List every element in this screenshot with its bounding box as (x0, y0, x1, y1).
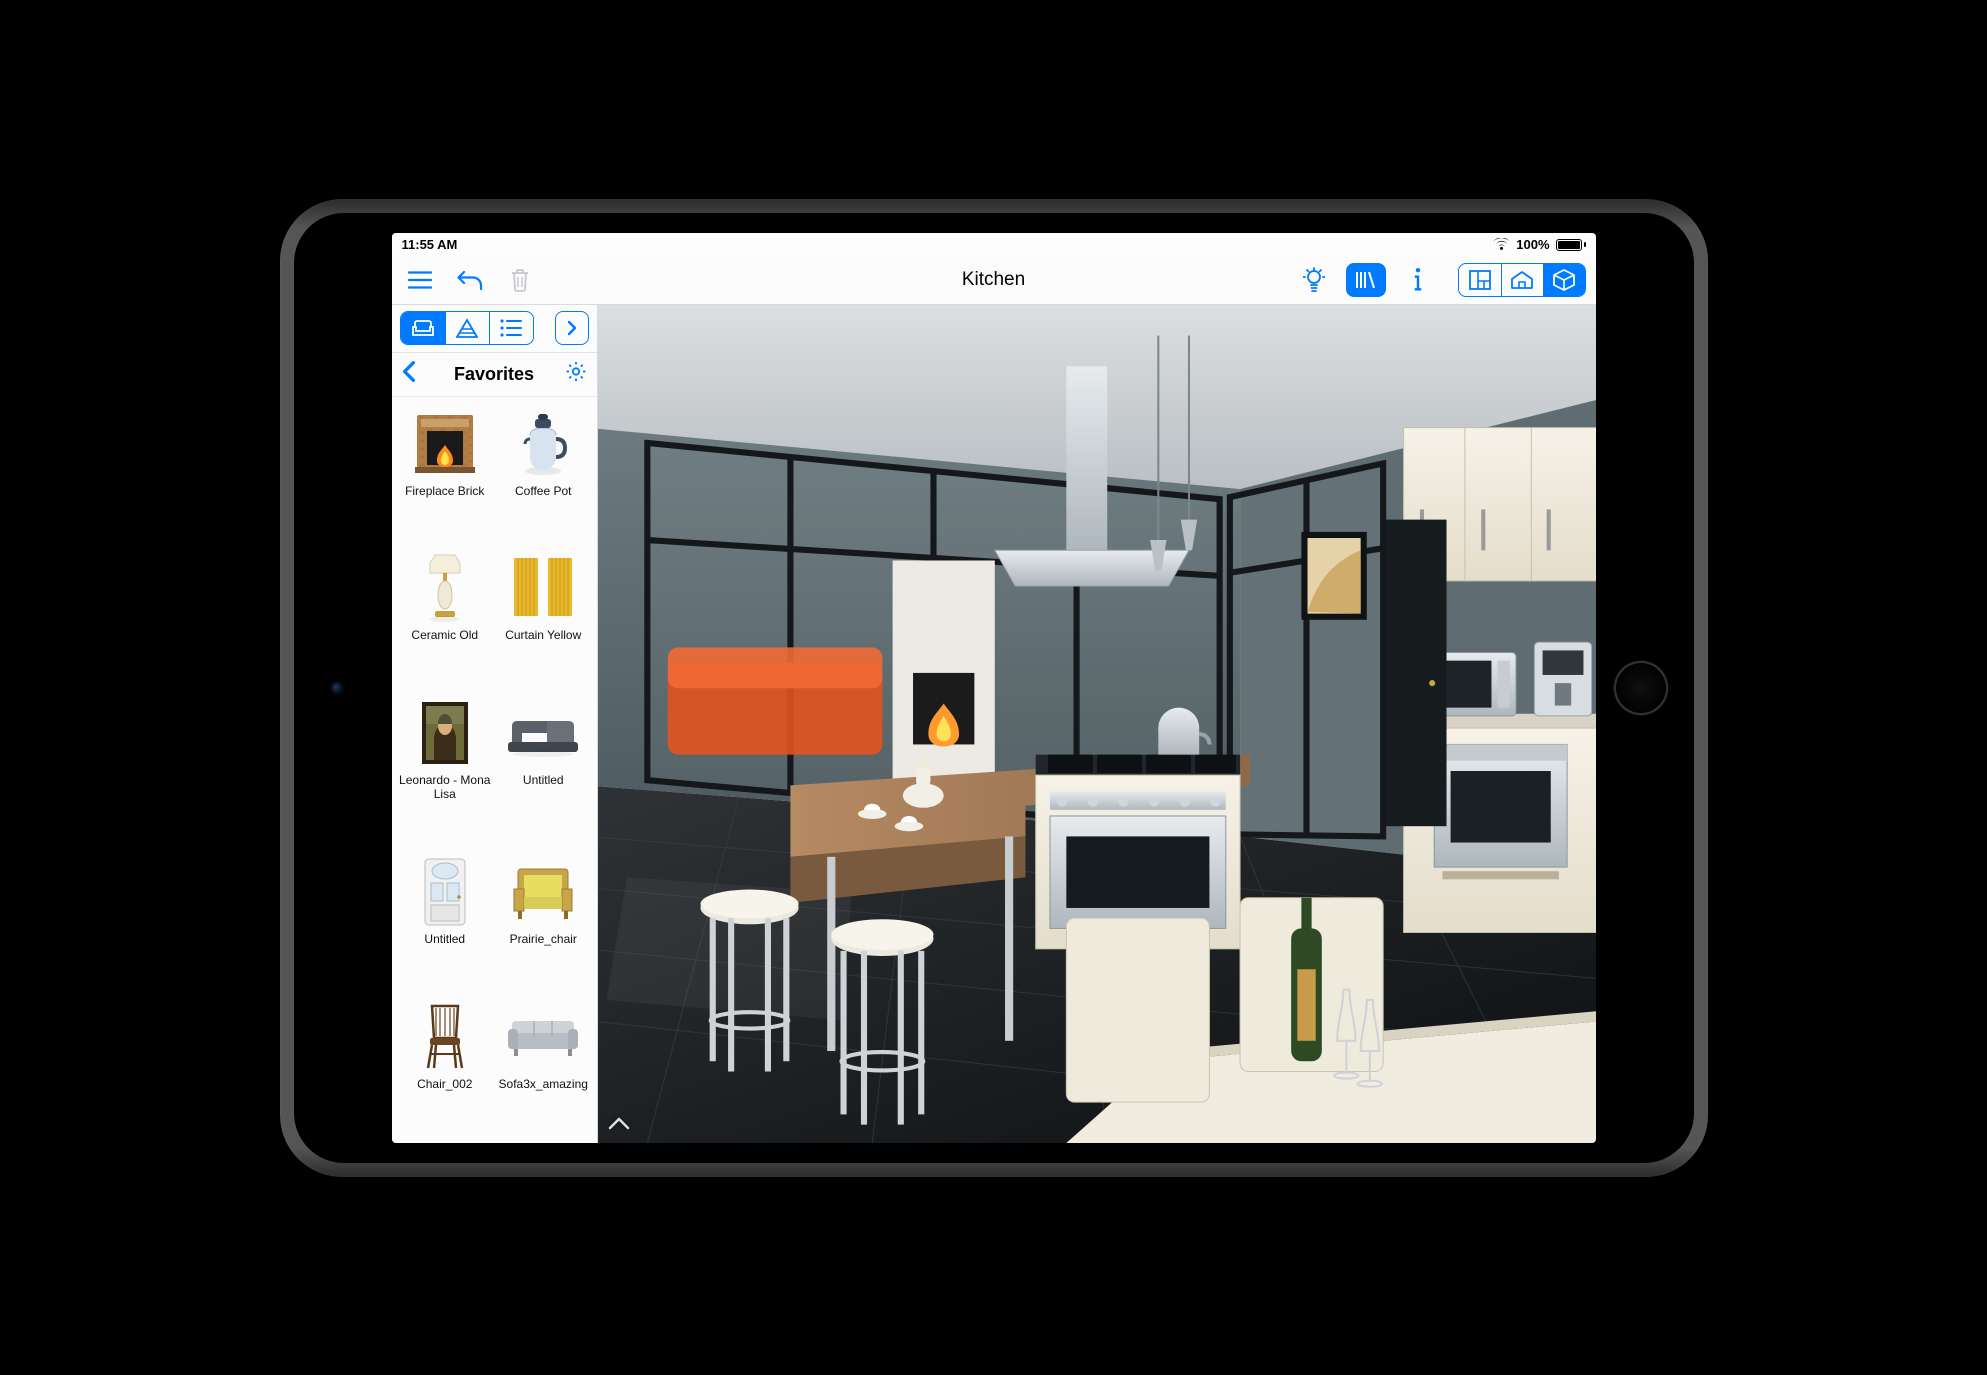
library-item-sectional-sofa[interactable]: Untitled (494, 692, 593, 847)
battery-percent: 100% (1516, 237, 1549, 252)
sidebar-mode-row (392, 305, 597, 353)
fireplace-icon (408, 407, 482, 481)
main-toolbar: Kitchen (392, 257, 1596, 305)
library-item-ceramic-old[interactable]: Ceramic Old (396, 547, 495, 688)
library-item-label: Sofa3x_amazing (499, 1078, 588, 1092)
library-button[interactable] (1346, 263, 1386, 297)
coffee-pot-icon (506, 407, 580, 481)
undo-button[interactable] (452, 262, 488, 298)
library-item-label: Fireplace Brick (405, 485, 484, 499)
curtain-icon (506, 551, 580, 625)
door-icon (408, 855, 482, 929)
category-title: Favorites (454, 364, 534, 385)
library-item-label: Coffee Pot (515, 485, 571, 499)
library-list-tab[interactable] (489, 312, 533, 344)
library-mode-toggle (400, 311, 534, 345)
menu-button[interactable] (402, 262, 438, 298)
3d-viewport[interactable] (598, 305, 1596, 1143)
sofa-icon (506, 1000, 580, 1074)
app-screen: 11:55 AM 100% (392, 233, 1596, 1143)
tablet-frame: 11:55 AM 100% (280, 199, 1708, 1177)
armchair-icon (506, 855, 580, 929)
sidebar-collapse-button[interactable] (555, 311, 589, 345)
painting-icon (408, 696, 482, 770)
tablet-home-button[interactable] (1614, 661, 1668, 715)
lamp-icon (408, 551, 482, 625)
trash-button[interactable] (502, 262, 538, 298)
library-item-label: Curtain Yellow (505, 629, 581, 643)
library-item-label: Chair_002 (417, 1078, 472, 1092)
wifi-icon (1493, 238, 1510, 251)
lighting-button[interactable] (1296, 262, 1332, 298)
library-materials-tab[interactable] (445, 312, 489, 344)
tablet-camera (332, 683, 342, 693)
library-item-label: Untitled (424, 933, 465, 947)
library-item-fireplace-brick[interactable]: Fireplace Brick (396, 403, 495, 544)
view-elevation-button[interactable] (1501, 264, 1543, 296)
info-button[interactable] (1400, 262, 1436, 298)
library-item-coffee-pot[interactable]: Coffee Pot (494, 403, 593, 544)
library-sidebar: Favorites (392, 305, 598, 1143)
library-item-mona-lisa[interactable]: Leonardo - Mona Lisa (396, 692, 495, 847)
category-settings-button[interactable] (565, 361, 587, 388)
library-item-label: Leonardo - Mona Lisa (399, 774, 491, 802)
viewport-expand-button[interactable] (608, 1116, 630, 1135)
status-time: 11:55 AM (402, 237, 458, 252)
library-item-curtain-yellow[interactable]: Curtain Yellow (494, 547, 593, 688)
view-mode-toggle (1458, 263, 1586, 297)
sectional-sofa-icon (506, 696, 580, 770)
library-grid[interactable]: Fireplace Brick (392, 397, 597, 1143)
view-3d-button[interactable] (1543, 264, 1585, 296)
library-item-sofa[interactable]: Sofa3x_amazing (494, 996, 593, 1137)
back-button[interactable] (402, 361, 416, 388)
library-item-label: Ceramic Old (411, 629, 478, 643)
library-item-label: Prairie_chair (510, 933, 577, 947)
library-item-door[interactable]: Untitled (396, 851, 495, 992)
library-item-prairie-chair[interactable]: Prairie_chair (494, 851, 593, 992)
library-item-chair[interactable]: Chair_002 (396, 996, 495, 1137)
battery-icon (1556, 239, 1586, 251)
library-item-label: Untitled (523, 774, 564, 788)
status-bar: 11:55 AM 100% (392, 233, 1596, 257)
sidebar-category-header: Favorites (392, 353, 597, 397)
library-furniture-tab[interactable] (401, 312, 445, 344)
view-2d-button[interactable] (1459, 264, 1501, 296)
chair-icon (408, 1000, 482, 1074)
